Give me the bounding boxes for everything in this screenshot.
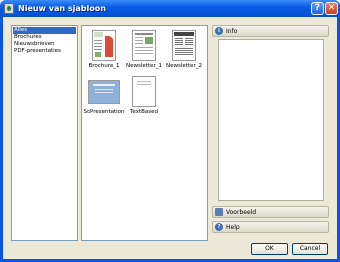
title-bar[interactable]: Nieuw van sjabloon ? ✕ (0, 0, 340, 17)
dialog-window: Nieuw van sjabloon ? ✕ Alles Brochures N… (0, 0, 340, 262)
template-name: Newsletter_2 (166, 63, 202, 69)
preview-icon (215, 208, 223, 216)
template-name: TextBased (129, 109, 158, 115)
template-thumbnail (88, 80, 120, 104)
help-label: Help (226, 224, 240, 231)
category-item-nieuwsbrieven[interactable]: Nieuwsbrieven (13, 41, 76, 48)
info-toggle-button[interactable]: i Info (212, 25, 329, 37)
info-label: Info (226, 28, 238, 35)
category-item-brochures[interactable]: Brochures (13, 34, 76, 41)
category-item-alles[interactable]: Alles (13, 27, 76, 34)
category-list[interactable]: Alles Brochures Nieuwsbrieven PDF-presen… (11, 25, 78, 241)
info-panel (218, 39, 324, 201)
template-view[interactable]: Brochure_1 Newsletter_1 Newsletter_2 ScP… (81, 25, 208, 241)
template-thumbnail (132, 30, 156, 61)
category-item-pdf-presentaties[interactable]: PDF-presentaties (13, 48, 76, 55)
info-icon: i (215, 27, 223, 35)
template-thumbnail (132, 76, 156, 107)
help-title-button[interactable]: ? (311, 2, 324, 15)
template-thumbnail (92, 30, 116, 61)
help-toggle-button[interactable]: ? Help (212, 221, 329, 233)
dialog-body: Alles Brochures Nieuwsbrieven PDF-presen… (3, 17, 337, 259)
ok-button[interactable]: OK (251, 243, 288, 255)
template-thumbnail (172, 30, 196, 61)
cancel-button[interactable]: Cancel (292, 243, 328, 255)
help-icon: ? (215, 223, 223, 231)
window-title: Nieuw van sjabloon (18, 4, 106, 13)
close-button[interactable]: ✕ (325, 2, 338, 15)
app-icon (4, 3, 14, 14)
preview-toggle-button[interactable]: Voorbeeld (212, 206, 329, 218)
preview-label: Voorbeeld (226, 209, 257, 216)
